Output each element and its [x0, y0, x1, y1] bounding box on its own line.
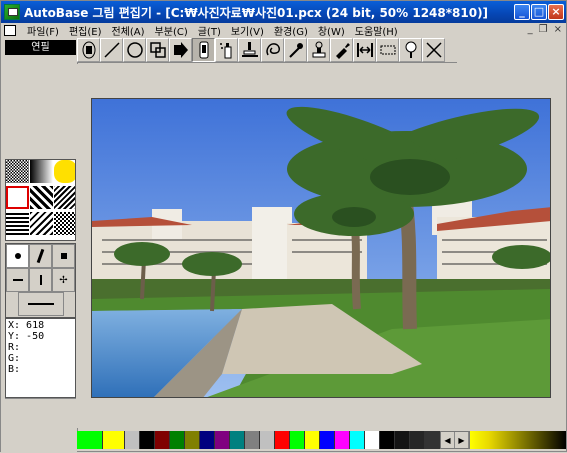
pattern-gradient[interactable]	[30, 160, 53, 183]
palette-swatch[interactable]	[170, 431, 185, 449]
mdi-controls: _ ❐ ×	[528, 24, 562, 35]
palette-scroll: ◀ ▶	[440, 431, 470, 449]
pattern-grid[interactable]	[54, 212, 75, 235]
palette-swatch[interactable]	[350, 431, 365, 449]
minimize-button[interactable]: _	[514, 4, 530, 20]
palette-swatch[interactable]	[185, 431, 200, 449]
palette-swatch[interactable]	[245, 431, 260, 449]
brush-cross-option[interactable]: ✢	[52, 268, 75, 292]
rectangle-icon[interactable]	[376, 38, 399, 62]
app-window: AutoBase 그림 편집기 - [C:₩사진자료₩사진01.pcx (24 …	[0, 0, 567, 453]
scroll-right-icon[interactable]: ▶	[455, 432, 469, 448]
left-panel-footer	[5, 398, 76, 450]
color-g: G:	[8, 353, 21, 364]
smudge-icon[interactable]	[330, 38, 353, 62]
app-icon	[4, 4, 20, 20]
select-icon[interactable]	[77, 38, 100, 62]
palette-swatch[interactable]	[103, 431, 125, 449]
maximize-button[interactable]: □	[531, 4, 547, 20]
color-palette: ◀ ▶	[77, 429, 566, 451]
pattern-cross[interactable]	[54, 186, 75, 209]
palette-swatch[interactable]	[155, 431, 170, 449]
menu-help[interactable]: 도움말(H)	[350, 23, 403, 38]
line-width-option[interactable]	[18, 292, 64, 316]
palette-swatch[interactable]	[215, 431, 230, 449]
line-icon[interactable]	[100, 38, 123, 62]
mdi-restore-icon[interactable]: ❐	[539, 24, 548, 35]
brush-pen-option[interactable]	[29, 244, 52, 268]
palette-swatch[interactable]	[395, 431, 410, 449]
copy-area-icon[interactable]	[146, 38, 169, 62]
menu-bar: 파일(F) 편집(E) 전체(A) 부분(C) 글(T) 보기(V) 환경(G)…	[1, 23, 566, 38]
menu-edit[interactable]: 편집(E)	[64, 23, 107, 38]
coordinate-readout: X: 618 Y: -50 R: G: B:	[5, 318, 76, 398]
brush-square-option[interactable]	[52, 244, 75, 268]
menu-text[interactable]: 글(T)	[193, 23, 226, 38]
palette-swatch[interactable]	[230, 431, 245, 449]
palette-swatch[interactable]	[200, 431, 215, 449]
brush-hline-option[interactable]	[6, 268, 29, 292]
palette-swatch[interactable]	[77, 431, 103, 449]
tool-bar	[77, 38, 457, 63]
brush-vline-option[interactable]	[29, 268, 52, 292]
menu-window[interactable]: 창(W)	[313, 23, 350, 38]
palette-swatch[interactable]	[140, 431, 155, 449]
palette-swatch[interactable]	[425, 431, 440, 449]
close-button[interactable]: ×	[548, 4, 564, 20]
palette-swatch[interactable]	[365, 431, 380, 449]
palette-swatch[interactable]	[335, 431, 350, 449]
document-icon[interactable]	[4, 25, 16, 36]
mdi-minimize-icon[interactable]: _	[528, 24, 533, 35]
palette-swatch[interactable]	[125, 431, 140, 449]
pattern-selector	[5, 159, 76, 241]
palette-swatch[interactable]	[260, 431, 275, 449]
spray-icon[interactable]	[215, 38, 238, 62]
color-b: B:	[8, 364, 21, 375]
circle-icon[interactable]	[123, 38, 146, 62]
brush-dot-option[interactable]	[6, 244, 29, 268]
coord-y: Y: -50	[8, 331, 45, 342]
resize-icon[interactable]	[353, 38, 376, 62]
photo-canvas[interactable]	[91, 98, 551, 398]
pattern-hatch[interactable]	[30, 212, 53, 235]
color-r: R:	[8, 342, 21, 353]
eyedropper-icon[interactable]	[284, 38, 307, 62]
palette-swatch[interactable]	[380, 431, 395, 449]
pattern-diagonal[interactable]	[30, 186, 53, 209]
menu-environment[interactable]: 환경(G)	[269, 23, 313, 38]
left-panel: 연필 ✢ X: 618 Y: -50 R: G: B:	[1, 38, 77, 453]
palette-swatch[interactable]	[290, 431, 305, 449]
menu-all[interactable]: 전체(A)	[107, 23, 150, 38]
gradient-bar[interactable]	[470, 431, 566, 449]
palette-swatch[interactable]	[320, 431, 335, 449]
palette-swatch[interactable]	[305, 431, 320, 449]
pattern-lines[interactable]	[6, 212, 29, 235]
window-title: AutoBase 그림 편집기 - [C:₩사진자료₩사진01.pcx (24 …	[24, 5, 489, 20]
title-bar: AutoBase 그림 편집기 - [C:₩사진자료₩사진01.pcx (24 …	[1, 1, 566, 23]
brush-options: ✢	[5, 243, 76, 318]
scroll-left-icon[interactable]: ◀	[441, 432, 455, 448]
clear-icon[interactable]	[422, 38, 445, 62]
fill-icon[interactable]	[169, 38, 192, 62]
current-tool-label: 연필	[5, 40, 76, 55]
zoom-icon[interactable]	[399, 38, 422, 62]
canvas-area[interactable]	[77, 64, 566, 428]
menu-file[interactable]: 파일(F)	[22, 23, 64, 38]
pattern-image[interactable]	[54, 160, 75, 183]
palette-swatch[interactable]	[275, 431, 290, 449]
pattern-dots[interactable]	[6, 160, 29, 183]
pattern-solid-red[interactable]	[6, 186, 29, 209]
coord-x: X: 618	[8, 320, 45, 331]
pencil-icon[interactable]	[192, 38, 215, 62]
menu-partial[interactable]: 부분(C)	[150, 23, 193, 38]
menu-view[interactable]: 보기(V)	[226, 23, 269, 38]
mdi-close-icon[interactable]: ×	[554, 24, 562, 35]
brush-icon[interactable]	[238, 38, 261, 62]
palette-swatch[interactable]	[410, 431, 425, 449]
stamp-icon[interactable]	[307, 38, 330, 62]
lasso-icon[interactable]	[261, 38, 284, 62]
